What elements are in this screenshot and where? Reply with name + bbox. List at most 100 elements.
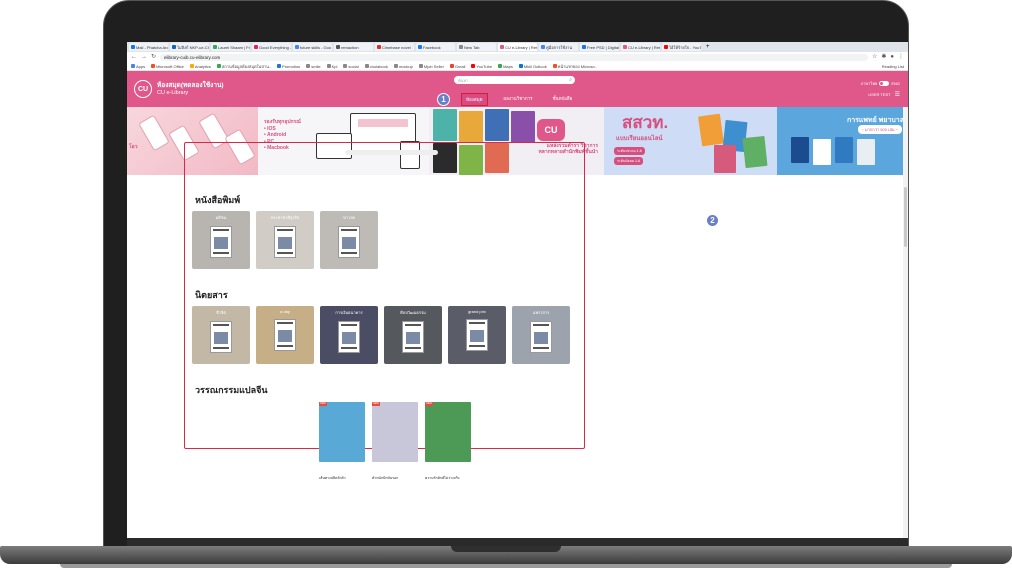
bookmark-icon [189,64,194,69]
masthead [405,324,421,326]
page-scrollbar[interactable] [903,107,908,538]
bookmark-item[interactable]: smile [306,64,321,69]
new-tab-button[interactable]: + [706,44,710,50]
banner-slide-medical[interactable]: การแพทย์ พยาบาล ~ มากกว่า 500 เล่ม ~ [777,107,908,175]
browser-tab[interactable]: Laurel Shaam | Fr [211,43,250,51]
search-icon[interactable]: ⌕ [569,77,572,83]
bookmark-item[interactable]: YouTube [471,64,492,69]
book-cover[interactable]: NEW [372,402,418,462]
browser-tab[interactable]: future skills - Goo [293,43,332,51]
tab-label: future skills - Goo [300,44,332,50]
bookmark-label: mockup [398,63,413,69]
extensions-icon[interactable]: ✱ [881,54,886,60]
bookmark-item[interactable]: สถานข้อมูลห้องสมุดในป่าน.. [216,63,271,70]
bookmark-item[interactable]: Promotion [277,64,300,69]
browser-tab[interactable]: remaction [334,43,373,51]
star-icon[interactable]: ☆ [872,54,877,60]
bookmark-item[interactable]: mockup [393,63,413,69]
magazine-card[interactable]: grand prix [448,306,506,364]
address-field[interactable]: elibrary-cuib.cu-elibrary.com [160,53,868,61]
tab-favicon-icon [172,45,176,49]
tab-label: Facebook [423,44,441,50]
bookmark-icon [216,64,221,69]
nav-tab-bookshelf[interactable]: ชั้นหนังสือ [549,93,577,106]
browser-tab[interactable]: Facebook [416,43,455,51]
laptop-base-bottom [60,564,952,568]
bookmark-icon [151,64,156,69]
browser-tab[interactable]: ไอ้ให้ร้ายใจ - YouTu [662,43,701,51]
hamburger-menu-icon[interactable]: ☰ [895,91,900,98]
magazine-card[interactable]: ศิลปวัฒนธรรม [384,306,442,364]
book-cover[interactable]: NEW [425,402,471,462]
browser-tab[interactable]: ไม่ลิงก์ NKP-ue-Choic [170,43,209,51]
book-cover [813,139,831,165]
laptop-hinge [127,538,908,546]
magazine-card[interactable]: ชีวจิต [192,306,250,364]
bookmark-item[interactable]: Analytics [189,64,211,69]
cover-thumbnail [466,319,488,351]
browser-tab[interactable]: Free PSD | Digital [580,43,619,51]
bookmark-item[interactable]: Apps [131,64,145,69]
headline [213,252,229,254]
magazine-card[interactable]: แพรวสาร [512,306,570,364]
book-cover [433,109,457,141]
header-right: ภาษาไทย ENG USER TEST ☰ [861,80,900,98]
tab-label: CU e-Library | Res [628,44,660,50]
tab-favicon-icon [459,45,463,49]
browser-tab[interactable]: คู่มือการใช้งาน [539,43,578,51]
browser-tab[interactable]: Cimebase novel [375,43,414,51]
headline [341,252,357,254]
tab-label: คู่มือการใช้งาน [546,44,573,50]
tab-label: Good Everything - [259,44,291,50]
forward-icon[interactable]: → [141,54,147,60]
book-cover[interactable]: NEW [319,402,365,462]
bookmark-item[interactable]: Gmail [449,63,466,69]
browser-tab[interactable]: Good Everything - [252,43,291,51]
search-input[interactable]: ค้นหา ⌕ [454,76,575,84]
reload-icon[interactable]: ↻ [151,54,156,60]
bookmark-label: Gmail [454,63,466,69]
bookmark-item[interactable]: Microsoft Office [151,64,184,69]
book-title[interactable]: ตำหนักปักษ์นรอก [372,475,398,481]
newspaper-card[interactable]: ข่าวสด [320,211,378,269]
nav-tab-academic[interactable]: ผลงานวิชาการ [500,93,537,106]
bookmark-item[interactable]: หน้าแรกของ Microso.. [552,63,597,70]
book-cover [791,137,809,163]
magazine-card[interactable]: a day [256,306,314,364]
scrollbar-thumb[interactable] [904,187,907,247]
browser-tab[interactable]: New Tab [457,43,496,51]
bookmark-item[interactable]: Mkill Outlook [518,64,547,69]
bookmark-item[interactable]: social [343,64,359,69]
bookmark-item[interactable]: Mjob Seller [418,64,444,69]
browser-tab[interactable]: CU e-Library | Res [498,43,537,51]
newspaper-card[interactable]: ประชาชาติธุรกิจ [256,211,314,269]
bookmark-icon [552,64,557,69]
annotation-badge-1: 1 [437,93,450,106]
bookmark-label: Apps [136,63,146,69]
devices-title: รองรับทุกอุปกรณ์ [264,119,301,125]
bookmark-item[interactable]: Maps [498,64,513,69]
nav-tab-library[interactable]: ห้องสมุด [461,93,488,106]
back-icon[interactable]: ← [131,54,137,60]
magazine-card[interactable]: การเงินธนาคาร [320,306,378,364]
book-title[interactable]: ความรักยักษ์ไม่ว่างจริง [425,475,459,481]
more-icon[interactable]: ⋮ [898,54,904,60]
browser-tab[interactable]: Mail - Phatcha Arc [129,43,168,51]
bookmark-item[interactable]: Kpi [326,64,337,69]
tab-label: CU e-Library | Res [505,44,537,50]
book-cover [511,111,535,143]
book-cover [714,145,736,173]
site-logo[interactable]: CU [134,80,152,98]
reading-list-button[interactable]: Reading List [882,64,904,69]
banner-slide-ipst[interactable]: สสวท. แบบเรียนออนไลน์ ระดับประถม 1-6 ระด… [604,107,777,175]
profile-icon[interactable]: ● [890,54,894,60]
book-title[interactable]: เส้นทางปลิดรักตัว [319,475,346,481]
language-toggle[interactable] [879,81,890,86]
masthead [533,324,549,326]
newspaper-card[interactable]: มติชน [192,211,250,269]
tab-favicon-icon [664,45,668,49]
language-switch[interactable]: ภาษาไทย ENG [861,80,900,87]
user-menu[interactable]: USER TEST ☰ [861,91,900,98]
browser-tab[interactable]: CU e-Library | Res [621,43,660,51]
bookmark-item[interactable]: chulabook [364,64,388,69]
